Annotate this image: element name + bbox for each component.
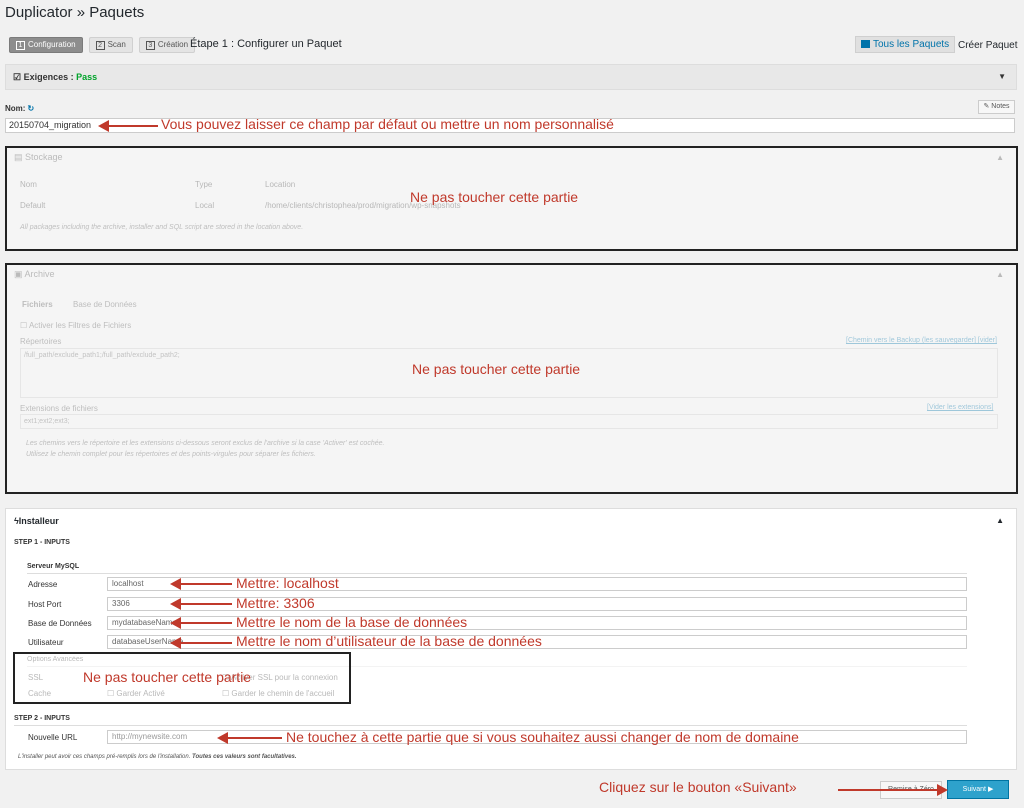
requirements-bar[interactable]: ☑ Exigences : Pass ▼ [5, 64, 1017, 90]
package-icon [861, 40, 870, 48]
requirements-status: Pass [76, 72, 98, 82]
annotation-arrow [170, 578, 232, 590]
name-label: Nom: [5, 104, 26, 113]
annotation-advanced: Ne pas toucher cette partie [83, 669, 252, 685]
notes-button[interactable]: ✎ Notes [978, 100, 1015, 114]
annotation-arrow [838, 784, 948, 796]
field-label-port: Host Port [28, 600, 62, 609]
annotation-next: Cliquez sur le bouton «Suivant» [599, 779, 797, 795]
step-creation[interactable]: 3 Création [138, 37, 196, 53]
field-label-user: Utilisateur [28, 638, 64, 647]
field-label-address: Adresse [28, 580, 58, 589]
create-package-link[interactable]: Créer Paquet [958, 40, 1017, 51]
annotation-box-archive [5, 263, 1018, 494]
annotation-name: Vous pouvez laisser ce champ par défaut … [161, 116, 614, 132]
field-label-database: Base de Données [28, 619, 92, 628]
annotation-url: Ne touchez à cette partie que si vous so… [286, 729, 799, 745]
annotation-user: Mettre le nom d’utilisateur de la base d… [236, 633, 542, 649]
field-label-url: Nouvelle URL [28, 733, 78, 742]
all-packages-button[interactable]: Tous les Paquets [855, 36, 956, 53]
annotation-address: Mettre: localhost [236, 575, 339, 591]
annotation-storage: Ne pas toucher cette partie [410, 189, 579, 205]
annotation-arrow [170, 637, 232, 649]
annotation-port: Mettre: 3306 [236, 595, 315, 611]
annotation-archive: Ne pas toucher cette partie [412, 361, 581, 377]
installer-footnote: L'installer peut avoir ces champs pré-re… [18, 754, 297, 760]
step1-title: STEP 1 - INPUTS [14, 539, 70, 546]
requirements-label: Exigences : [23, 72, 74, 82]
annotation-database: Mettre le nom de la base de données [236, 614, 468, 630]
annotation-arrow [98, 120, 158, 132]
caret-down-icon[interactable]: ▼ [998, 72, 1006, 81]
refresh-icon[interactable]: ↻ [27, 104, 34, 113]
check-icon: ☑ [13, 72, 22, 82]
annotation-arrow [217, 732, 282, 744]
wizard-steps: 1 Configuration 2 Scan 3 Création [9, 37, 196, 53]
caret-up-icon[interactable]: ▲ [996, 516, 1004, 525]
page-title: Duplicator » Paquets [5, 4, 145, 21]
step-configuration[interactable]: 1 Configuration [9, 37, 83, 53]
next-button[interactable]: Suivant ▶ [947, 780, 1009, 799]
step-title: Étape 1 : Configurer un Paquet [190, 38, 342, 50]
mysql-server-title: Serveur MySQL [27, 563, 80, 570]
annotation-arrow [170, 598, 232, 610]
installer-title: Installeur [18, 516, 59, 526]
step-scan[interactable]: 2 Scan [88, 37, 133, 53]
edit-icon: ✎ [983, 103, 990, 110]
annotation-arrow [170, 617, 232, 629]
step2-title: STEP 2 - INPUTS [14, 715, 70, 722]
